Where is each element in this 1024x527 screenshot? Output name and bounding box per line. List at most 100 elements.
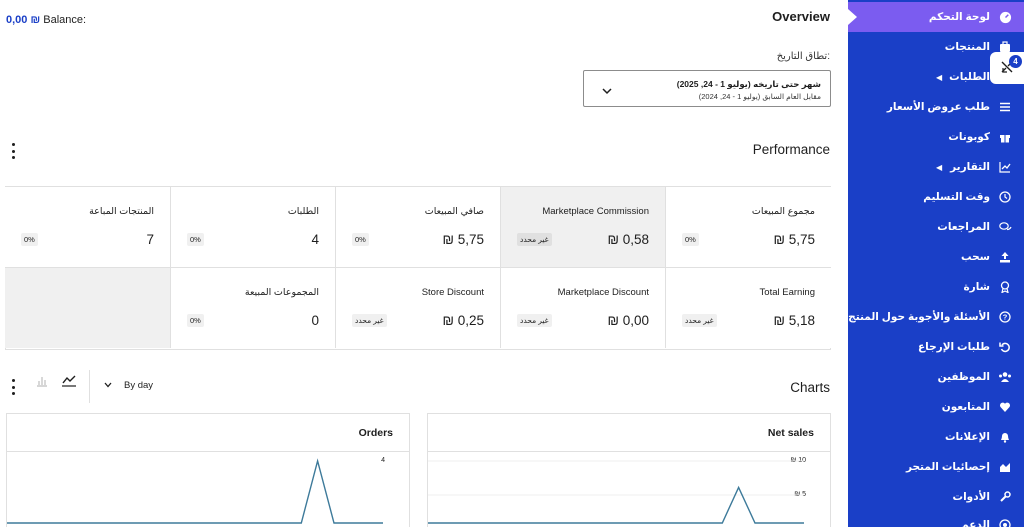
line-chart-icon[interactable] bbox=[61, 373, 77, 392]
chevron-down-icon bbox=[104, 380, 112, 391]
performance-grid: مجموع المبيعات ₪ 5,75 0% Marketplace Com… bbox=[5, 186, 831, 350]
sidebar-item-label: الأسئلة والأجوبة حول المنتج bbox=[848, 311, 990, 323]
interval-select[interactable]: By day bbox=[104, 380, 153, 391]
balance-label: Balance: bbox=[43, 14, 87, 26]
series-line bbox=[428, 485, 804, 524]
users-icon bbox=[998, 370, 1012, 384]
sidebar-item-reviews[interactable]: المراجعات bbox=[848, 212, 1024, 242]
sidebar-item-announcements[interactable]: الإعلانات bbox=[848, 422, 1024, 452]
sidebar-item-tools[interactable]: الأدوات bbox=[848, 482, 1024, 512]
tile-delta: غير محدد bbox=[682, 314, 717, 327]
net-sales-chart: Net sales ₪ 10 ₪ 5 bbox=[427, 413, 831, 527]
question-icon: ? bbox=[998, 310, 1012, 324]
balance: 0,00 ₪ Balance: bbox=[6, 14, 86, 26]
sidebar-item-label: الإعلانات bbox=[945, 431, 990, 443]
sidebar-item-label: إحصائيات المتجر bbox=[905, 461, 990, 473]
tile-marketplace-commission[interactable]: Marketplace Commission ₪ 0,58 غير محدد bbox=[500, 186, 665, 267]
tile-delta: 0% bbox=[187, 233, 204, 246]
sidebar-item-returns[interactable]: طلبات الإرجاع bbox=[848, 332, 1024, 362]
performance-menu-icon[interactable] bbox=[10, 143, 16, 159]
sidebar-item-badges[interactable]: شارة bbox=[848, 272, 1024, 302]
area-chart-icon bbox=[998, 460, 1012, 474]
chart-title: Net sales bbox=[767, 427, 814, 439]
tile-value: 7 bbox=[146, 232, 154, 247]
tile-store-discount[interactable]: Store Discount ₪ 0,25 غير محدد bbox=[335, 267, 500, 348]
tile-bundles-sold[interactable]: المجموعات المبيعة 0 0% bbox=[170, 267, 335, 348]
tile-value: ₪ 0,58 bbox=[607, 232, 650, 247]
sidebar-item-label: طلب عروض الأسعار bbox=[886, 101, 990, 113]
tile-value: ₪ 0,25 bbox=[442, 313, 485, 328]
sidebar-item-label: الطلبات bbox=[949, 71, 990, 83]
sidebar-item-label: المتابعون bbox=[941, 401, 990, 413]
tile-title: الطلبات bbox=[287, 206, 319, 217]
tile-delta: 0% bbox=[21, 233, 38, 246]
sidebar-item-coupons[interactable]: كوبونات bbox=[848, 122, 1024, 152]
charts-menu-icon[interactable] bbox=[10, 379, 16, 395]
tile-total-sales[interactable]: مجموع المبيعات ₪ 5,75 0% bbox=[665, 186, 831, 267]
tile-title: صافي المبيعات bbox=[424, 206, 484, 217]
series-line bbox=[7, 458, 383, 524]
tile-title: مجموع المبيعات bbox=[751, 206, 815, 217]
tile-title: Marketplace Commission bbox=[542, 206, 649, 217]
toolbar-divider bbox=[89, 370, 90, 403]
sidebar-item-support[interactable]: الدعم bbox=[848, 510, 1024, 527]
sidebar-item-reports[interactable]: ◀ التقارير bbox=[848, 152, 1024, 182]
orders-plot bbox=[7, 458, 383, 524]
date-range-primary: شهر حتى تاريخه (يوليو 1 - 24, 2025) bbox=[676, 79, 821, 89]
gift-icon bbox=[998, 130, 1012, 144]
performance-title: Performance bbox=[752, 142, 830, 157]
sidebar-item-followers[interactable]: المتابعون bbox=[848, 392, 1024, 422]
chevron-down-icon bbox=[602, 82, 612, 100]
chart-line-icon bbox=[998, 160, 1012, 174]
sidebar-item-dashboard[interactable]: لوحة التحكم bbox=[848, 2, 1024, 32]
tile-total-earning[interactable]: Total Earning ₪ 5,18 غير محدد bbox=[665, 267, 831, 348]
sidebar-item-product-qa[interactable]: الأسئلة والأجوبة حول المنتج ? bbox=[848, 302, 1024, 332]
sidebar-item-label: الموظفين bbox=[937, 371, 990, 383]
tile-products-sold[interactable]: المنتجات المباعة 7 0% bbox=[5, 186, 170, 267]
sidebar-item-label: وقت التسليم bbox=[923, 191, 990, 203]
tile-value: ₪ 0,00 bbox=[607, 313, 650, 328]
tile-delta: 0% bbox=[352, 233, 369, 246]
list-icon bbox=[998, 100, 1012, 114]
sidebar-item-label: طلبات الإرجاع bbox=[917, 341, 990, 353]
sidebar-item-quotes[interactable]: طلب عروض الأسعار bbox=[848, 92, 1024, 122]
tile-net-sales[interactable]: صافي المبيعات ₪ 5,75 0% bbox=[335, 186, 500, 267]
sidebar-item-label: لوحة التحكم bbox=[928, 11, 990, 23]
tile-title: المجموعات المبيعة bbox=[244, 287, 319, 298]
balance-value: 0,00 ₪ bbox=[6, 14, 41, 26]
dashboard-icon bbox=[998, 10, 1012, 24]
award-icon bbox=[998, 280, 1012, 294]
date-range-compare: مقابل العام السابق (يوليو 1 - 24, 2024) bbox=[698, 92, 821, 101]
tile-marketplace-discount[interactable]: Marketplace Discount ₪ 0,00 غير محدد bbox=[500, 267, 665, 348]
tile-title: Total Earning bbox=[759, 287, 815, 298]
sidebar-item-label: التقارير bbox=[950, 161, 990, 173]
tile-delta: 0% bbox=[682, 233, 699, 246]
bell-icon bbox=[998, 430, 1012, 444]
tile-title: Store Discount bbox=[421, 287, 484, 298]
tile-orders[interactable]: الطلبات 4 0% bbox=[170, 186, 335, 267]
tile-delta: غير محدد bbox=[517, 314, 552, 327]
tile-delta: غير محدد bbox=[352, 314, 387, 327]
sidebar-item-withdraw[interactable]: سحب bbox=[848, 242, 1024, 272]
chart-title: Orders bbox=[358, 427, 393, 439]
sidebar-item-delivery-time[interactable]: وقت التسليم bbox=[848, 182, 1024, 212]
tile-value: 4 bbox=[311, 232, 319, 247]
interval-label: By day bbox=[124, 380, 154, 391]
tile-value: 0 bbox=[311, 313, 319, 328]
bar-chart-icon[interactable] bbox=[35, 374, 49, 393]
date-range-picker[interactable]: شهر حتى تاريخه (يوليو 1 - 24, 2025) مقاب… bbox=[583, 70, 831, 107]
sidebar-item-staff[interactable]: الموظفين bbox=[848, 362, 1024, 392]
orders-chart: Orders 4 bbox=[6, 413, 410, 527]
page-title: Overview bbox=[772, 9, 830, 24]
sidebar-item-label: سحب bbox=[960, 251, 990, 263]
sidebar-item-store-stats[interactable]: إحصائيات المتجر bbox=[848, 452, 1024, 482]
caret-left-icon: ◀ bbox=[936, 162, 943, 172]
notification-badge: 4 bbox=[1009, 55, 1022, 68]
date-range-label: تطاق التاريخ: bbox=[776, 51, 830, 62]
caret-left-icon: ◀ bbox=[936, 72, 943, 82]
sidebar-item-label: شارة bbox=[963, 281, 990, 293]
comments-icon bbox=[998, 220, 1012, 234]
wrench-icon bbox=[998, 490, 1012, 504]
tile-delta: غير محدد bbox=[517, 233, 552, 246]
sidebar-item-label: الأدوات bbox=[952, 491, 990, 503]
